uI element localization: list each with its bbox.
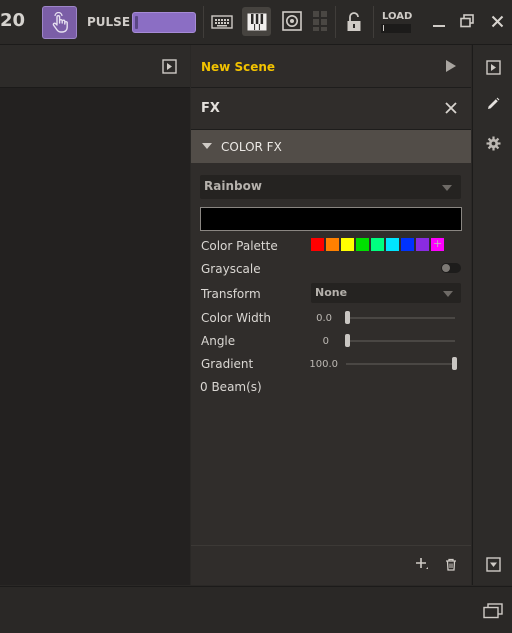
color-preview-swatch[interactable] (200, 207, 462, 231)
palette-swatch-spring-green[interactable] (371, 238, 384, 251)
palette-swatch-orange[interactable] (326, 238, 339, 251)
expand-icon (485, 556, 501, 572)
scene-header: New Scene (191, 45, 471, 88)
speaker-icon (282, 11, 302, 31)
top-toolbar: 20 PULSE LOAD (0, 0, 512, 45)
collapse-triangle-icon (202, 143, 212, 149)
collapse-bottom-button[interactable] (484, 555, 502, 573)
pulse-label: PULSE (87, 15, 131, 29)
close-icon (491, 15, 503, 27)
edit-button[interactable] (484, 95, 502, 113)
left-panel (0, 45, 190, 585)
color-width-slider-thumb[interactable] (345, 311, 350, 324)
lock-button[interactable] (341, 9, 367, 35)
beams-count: 0 Beam(s) (200, 380, 262, 394)
keyboard-button[interactable] (208, 8, 236, 36)
preview-button[interactable] (484, 58, 502, 76)
palette-swatch-green[interactable] (356, 238, 369, 251)
counter-fragment: 20 (0, 10, 26, 31)
color-width-label: Color Width (201, 311, 272, 325)
speaker-button[interactable] (278, 7, 306, 35)
add-icon (416, 558, 428, 569)
palette-swatch-blue[interactable] (401, 238, 414, 251)
preset-select[interactable]: Rainbow (200, 175, 461, 199)
play-icon (485, 59, 501, 75)
palette-add-button[interactable]: + (433, 237, 442, 250)
grayscale-label: Grayscale (201, 262, 261, 276)
grid-icon (313, 11, 327, 31)
chevron-down-icon (443, 291, 453, 297)
angle-label: Angle (201, 334, 236, 348)
close-window-button[interactable] (486, 10, 508, 32)
restore-icon (460, 14, 474, 28)
chevron-down-icon (442, 185, 452, 191)
piano-button[interactable] (242, 7, 271, 36)
gradient-slider[interactable] (346, 363, 455, 365)
collapse-left-button[interactable] (160, 57, 178, 75)
color-fx-section-header[interactable]: COLOR FX (191, 130, 471, 163)
fx-header: FX (191, 88, 471, 130)
windows-icon (483, 603, 503, 619)
add-fx-button[interactable] (414, 556, 430, 572)
fx-title: FX (201, 101, 220, 116)
color-width-slider[interactable] (346, 317, 455, 319)
gradient-value: 100.0 (309, 359, 338, 370)
gradient-slider-thumb[interactable] (452, 357, 457, 370)
piano-icon (247, 13, 266, 30)
transform-select[interactable]: None (311, 283, 461, 303)
palette-swatch-cyan[interactable] (386, 238, 399, 251)
transform-label: Transform (201, 287, 261, 301)
palette-swatch-yellow[interactable] (341, 238, 354, 251)
restore-button[interactable] (456, 10, 478, 32)
gradient-label: Gradient (201, 357, 254, 371)
play-scene-button[interactable] (443, 58, 459, 74)
minimize-icon (433, 25, 445, 27)
color-palette-label: Color Palette (201, 239, 278, 253)
angle-slider-thumb[interactable] (345, 334, 350, 347)
pencil-icon (488, 97, 500, 109)
angle-slider[interactable] (346, 340, 455, 342)
grayscale-toggle[interactable] (441, 263, 461, 273)
palette-swatch-violet[interactable] (416, 238, 429, 251)
gear-icon (486, 136, 500, 150)
section-title: COLOR FX (221, 140, 282, 154)
touch-mode-button[interactable] (42, 6, 77, 39)
trash-icon (446, 558, 456, 571)
minimize-button[interactable] (428, 10, 450, 32)
angle-value: 0 (322, 336, 329, 347)
hand-touch-icon (52, 11, 68, 33)
bottom-bar (0, 586, 512, 633)
scene-title[interactable]: New Scene (201, 60, 275, 74)
settings-button[interactable] (484, 134, 502, 152)
close-fx-button[interactable] (443, 100, 459, 116)
left-panel-header (0, 45, 190, 88)
load-label: LOAD (382, 11, 413, 22)
pulse-bar[interactable] (132, 12, 196, 33)
keyboard-icon (211, 15, 233, 29)
play-icon (446, 60, 456, 72)
load-meter (381, 24, 411, 33)
palette-swatch-red[interactable] (311, 238, 324, 251)
right-sidebar (472, 45, 512, 585)
color-width-value: 0.0 (316, 313, 332, 324)
expand-icon (161, 58, 177, 74)
scene-footer-divider (191, 545, 471, 546)
preset-select-value: Rainbow (204, 179, 262, 193)
windows-button[interactable] (482, 601, 504, 621)
transform-select-value: None (315, 286, 348, 299)
close-icon (445, 102, 457, 114)
unlock-icon (347, 12, 361, 31)
delete-fx-button[interactable] (443, 556, 459, 572)
grid-button[interactable] (311, 10, 329, 32)
